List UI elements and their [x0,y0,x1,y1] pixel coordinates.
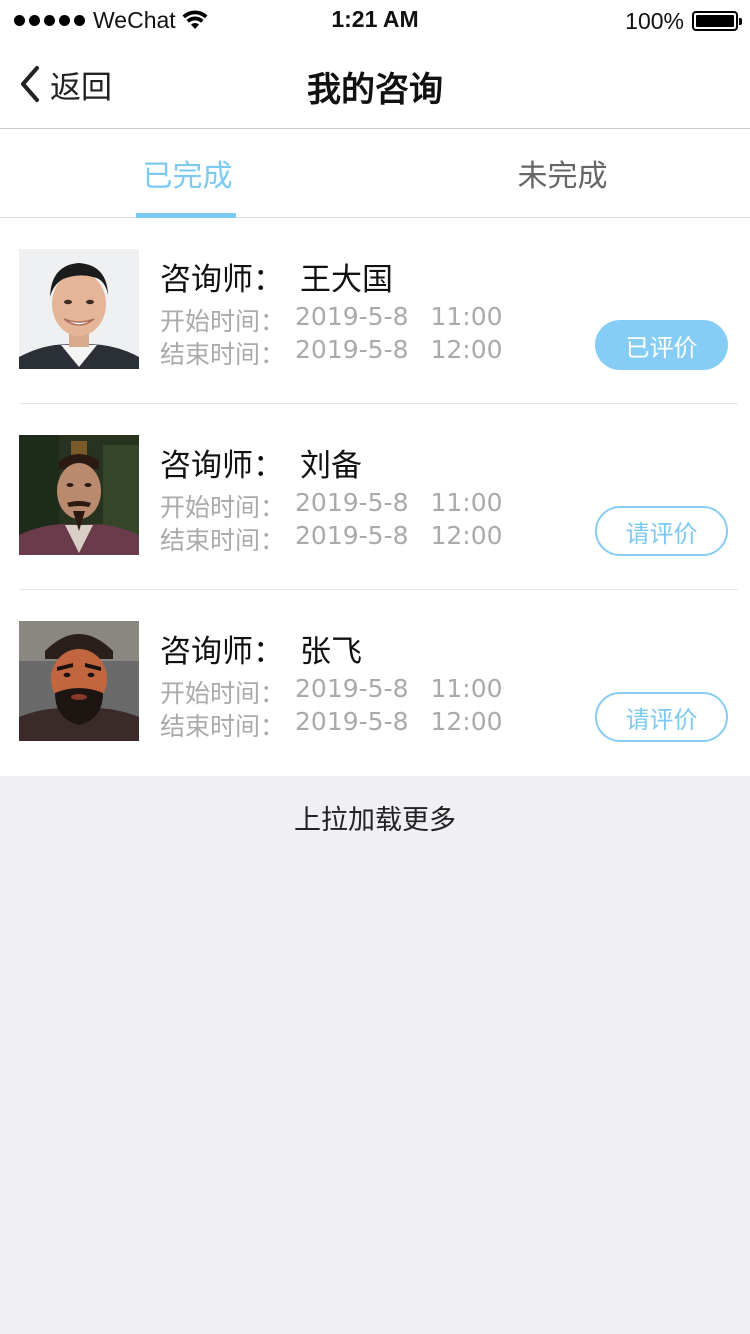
start-clock: 11:00 [430,674,503,703]
end-time-row: 结束时间： 2019-5-8 12:00 [160,707,503,743]
start-clock: 11:00 [430,488,503,517]
start-date: 2019-5-8 [295,674,409,703]
start-time-label: 开始时间： [160,307,286,336]
end-clock: 12:00 [430,707,503,736]
tab-bar: 已完成 未完成 [0,129,750,218]
rated-button[interactable]: 已评价 [595,320,728,370]
tab-incomplete[interactable]: 未完成 [375,129,750,217]
tab-completed[interactable]: 已完成 [0,129,375,217]
status-bar: WeChat 1:21 AM 100% [0,0,750,40]
start-time-label: 开始时间： [160,679,286,708]
end-clock: 12:00 [430,335,503,364]
rate-button[interactable]: 请评价 [595,506,728,556]
start-date: 2019-5-8 [295,302,409,331]
page-title: 我的咨询 [307,70,443,110]
consultant-name: 刘备 [300,448,362,484]
consultant-label: 咨询师： [160,448,284,484]
consultation-item[interactable]: 咨询师： 王大国 开始时间： 2019-5-8 11:00 结束时间： 2019… [0,218,750,404]
end-date: 2019-5-8 [295,335,409,364]
load-more-hint: 上拉加载更多 [294,805,456,836]
end-date: 2019-5-8 [295,521,409,550]
consultation-item[interactable]: 咨询师： 刘备 开始时间： 2019-5-8 11:00 结束时间： 2019-… [0,404,750,590]
consultant-row: 咨询师： 张飞 [160,626,362,671]
start-clock: 11:00 [430,302,503,331]
battery-percent: 100% [625,7,684,34]
battery-icon [692,11,742,31]
consultant-label: 咨询师： [160,262,284,298]
consultant-row: 咨询师： 王大国 [160,254,393,299]
start-time-row: 开始时间： 2019-5-8 11:00 [160,488,503,524]
start-date: 2019-5-8 [295,488,409,517]
consultant-name: 张飞 [300,634,362,670]
end-time-row: 结束时间： 2019-5-8 12:00 [160,335,503,371]
end-time-label: 结束时间： [160,340,286,369]
start-time-row: 开始时间： 2019-5-8 11:00 [160,674,503,710]
start-time-row: 开始时间： 2019-5-8 11:00 [160,302,503,338]
consultation-item[interactable]: 咨询师： 张飞 开始时间： 2019-5-8 11:00 结束时间： 2019-… [0,590,750,776]
consultant-avatar [19,249,139,369]
end-date: 2019-5-8 [295,707,409,736]
consultant-label: 咨询师： [160,634,284,670]
end-time-label: 结束时间： [160,712,286,741]
consultation-list: 咨询师： 王大国 开始时间： 2019-5-8 11:00 结束时间： 2019… [0,218,750,776]
rate-button[interactable]: 请评价 [595,692,728,742]
end-clock: 12:00 [430,521,503,550]
end-time-label: 结束时间： [160,526,286,555]
consultant-avatar [19,621,139,741]
consultant-avatar [19,435,139,555]
start-time-label: 开始时间： [160,493,286,522]
status-right: 100% [625,7,742,35]
consultant-row: 咨询师： 刘备 [160,440,362,485]
end-time-row: 结束时间： 2019-5-8 12:00 [160,521,503,557]
nav-bar: 返回 我的咨询 [0,40,750,129]
consultant-name: 王大国 [300,262,393,298]
